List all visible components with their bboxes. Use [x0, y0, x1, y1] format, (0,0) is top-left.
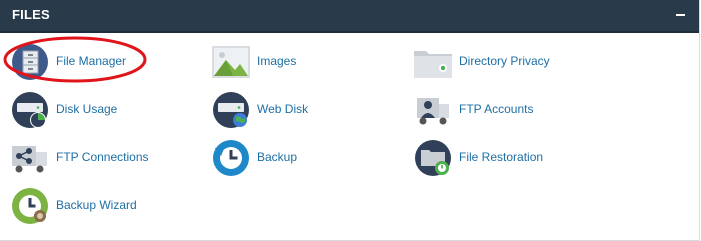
backup-wizard-label: Backup Wizard	[56, 198, 137, 212]
ftp-connections-label: FTP Connections	[56, 150, 149, 164]
images-icon	[212, 46, 250, 78]
file-restoration-link[interactable]: File Restoration	[413, 138, 573, 178]
images-link[interactable]: Images	[211, 42, 361, 82]
file-manager-icon	[12, 44, 48, 80]
backup-wizard-link[interactable]: Backup Wizard	[10, 186, 170, 226]
images-label: Images	[257, 54, 297, 68]
backup-icon	[213, 140, 249, 176]
section-title: FILES	[12, 7, 50, 22]
web-disk-label: Web Disk	[257, 102, 309, 116]
directory-privacy-label: Directory Privacy	[459, 54, 550, 68]
collapse-button[interactable]	[672, 5, 690, 23]
ftp-accounts-icon	[417, 98, 449, 125]
disk-usage-link[interactable]: Disk Usage	[10, 90, 160, 130]
file-manager-link[interactable]: File Manager	[10, 42, 170, 82]
files-section-header: FILES	[0, 0, 699, 33]
file-restoration-label: File Restoration	[459, 150, 544, 164]
disk-usage-icon	[12, 92, 48, 128]
directory-privacy-icon	[414, 51, 452, 78]
ftp-connections-link[interactable]: FTP Connections	[10, 138, 170, 178]
minus-icon	[676, 14, 685, 16]
web-disk-link[interactable]: Web Disk	[211, 90, 361, 130]
backup-link[interactable]: Backup	[211, 138, 361, 178]
file-manager-label: File Manager	[56, 54, 127, 68]
web-disk-icon	[213, 92, 249, 128]
backup-wizard-icon	[12, 188, 48, 224]
ftp-accounts-label: FTP Accounts	[459, 102, 534, 116]
backup-label: Backup	[257, 150, 298, 164]
file-restoration-icon	[415, 140, 451, 176]
files-panel: FILES File Manager Images Directory Priv…	[0, 0, 700, 241]
ftp-connections-icon	[12, 146, 47, 173]
directory-privacy-link[interactable]: Directory Privacy	[413, 42, 583, 82]
disk-usage-label: Disk Usage	[56, 102, 118, 116]
ftp-accounts-link[interactable]: FTP Accounts	[413, 90, 563, 130]
